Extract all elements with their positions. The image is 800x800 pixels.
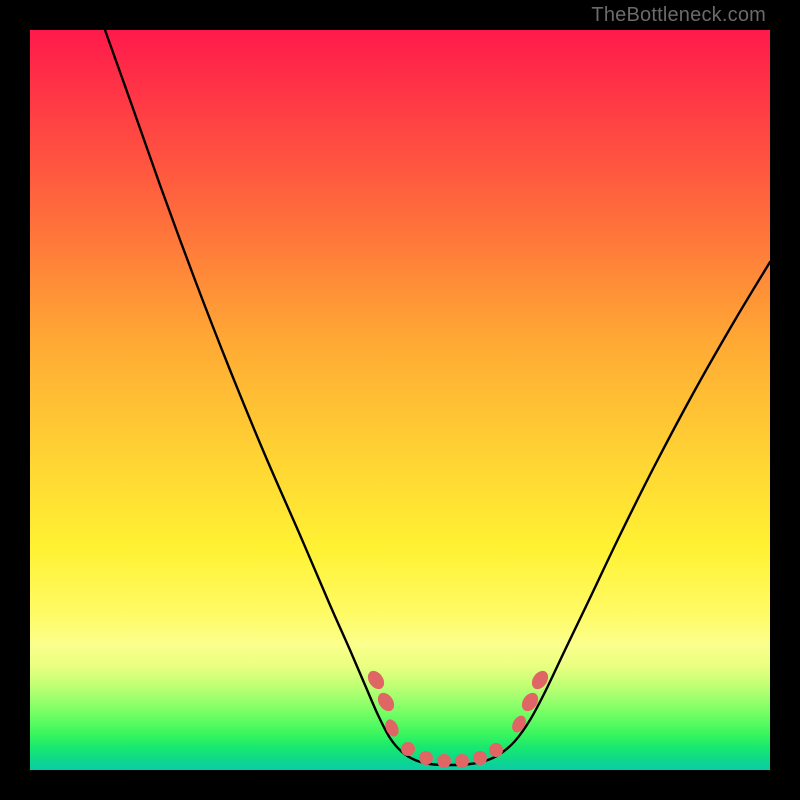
curve-marker: [419, 751, 433, 765]
curve-marker: [489, 743, 503, 757]
curve-marker: [365, 668, 388, 692]
attribution-label: TheBottleneck.com: [591, 4, 766, 27]
curve-marker: [437, 754, 451, 768]
curve-marker: [473, 751, 487, 765]
curve-marker: [519, 690, 542, 714]
curve-marker: [401, 742, 415, 756]
curve-marker: [375, 690, 398, 714]
bottleneck-curve: [105, 30, 770, 765]
curve-marker: [455, 754, 469, 768]
chart-svg: [30, 30, 770, 770]
chart-frame: [30, 30, 770, 770]
curve-marker: [509, 713, 528, 735]
bottleneck-markers: [365, 668, 552, 768]
